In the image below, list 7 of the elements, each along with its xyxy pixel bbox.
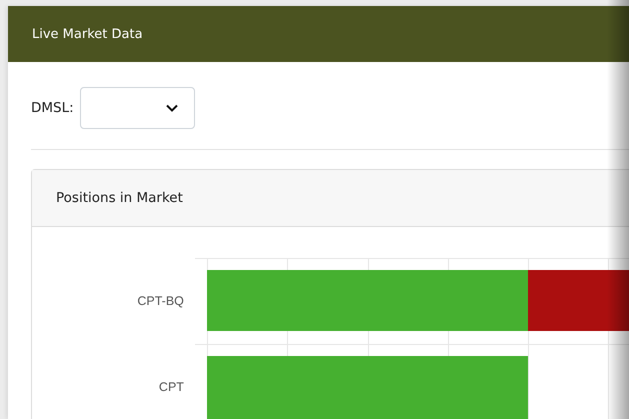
dmsl-label: DMSL: [31,100,74,116]
category-label: CPT [158,379,185,396]
dmsl-select[interactable] [80,87,195,129]
category-label: CPT-BQ [136,293,185,310]
chevron-down-icon [166,104,178,112]
panel-title: Live Market Data [32,26,143,42]
card-title: Positions in Market [56,190,183,206]
